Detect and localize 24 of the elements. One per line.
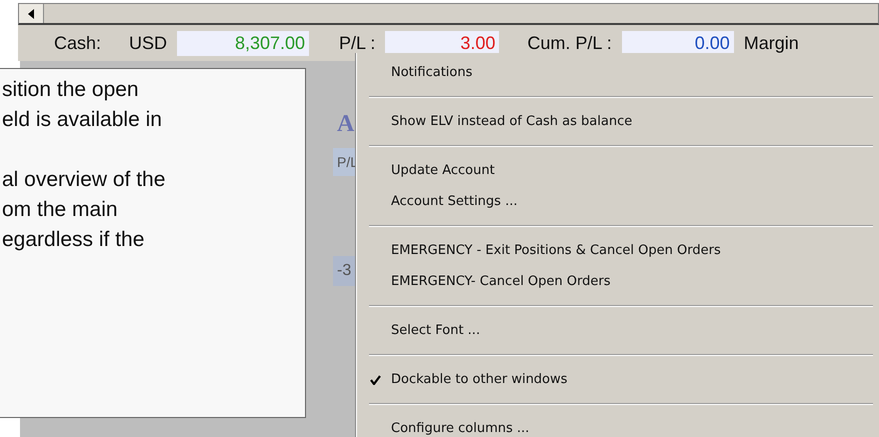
pl-label: P/L :: [339, 32, 376, 54]
cash-value: 8,307.00: [177, 30, 310, 56]
horizontal-scrollbar[interactable]: [18, 3, 879, 25]
menu-item[interactable]: Configure columns ...: [359, 413, 879, 437]
cum-pl-value: 0.00: [622, 30, 734, 56]
menu-item[interactable]: Show ELV instead of Cash as balance: [359, 106, 879, 137]
currency-label: USD: [129, 32, 168, 54]
menu-item[interactable]: Account Settings ...: [359, 186, 879, 217]
menu-item[interactable]: Dockable to other windows: [359, 364, 879, 395]
menu-item[interactable]: Select Font ...: [359, 315, 879, 346]
tooltip-text: om the main: [2, 197, 118, 223]
pl-value: 3.00: [385, 30, 500, 56]
tooltip-text: eld is available in: [2, 107, 162, 133]
left-arrow-icon: [28, 8, 34, 18]
check-icon: [370, 374, 380, 384]
cum-pl-label: Cum. P/L :: [527, 32, 612, 54]
tooltip-text: al overview of the: [2, 167, 166, 193]
scroll-left-button[interactable]: [19, 4, 44, 23]
font-icon: A: [337, 111, 354, 138]
tooltip-text: egardless if the: [2, 227, 144, 253]
tooltip-text: sition the open: [2, 77, 139, 103]
margin-label: Margin: [744, 32, 799, 54]
menu-item[interactable]: Notifications: [359, 57, 879, 88]
cash-label: Cash:: [54, 32, 102, 54]
